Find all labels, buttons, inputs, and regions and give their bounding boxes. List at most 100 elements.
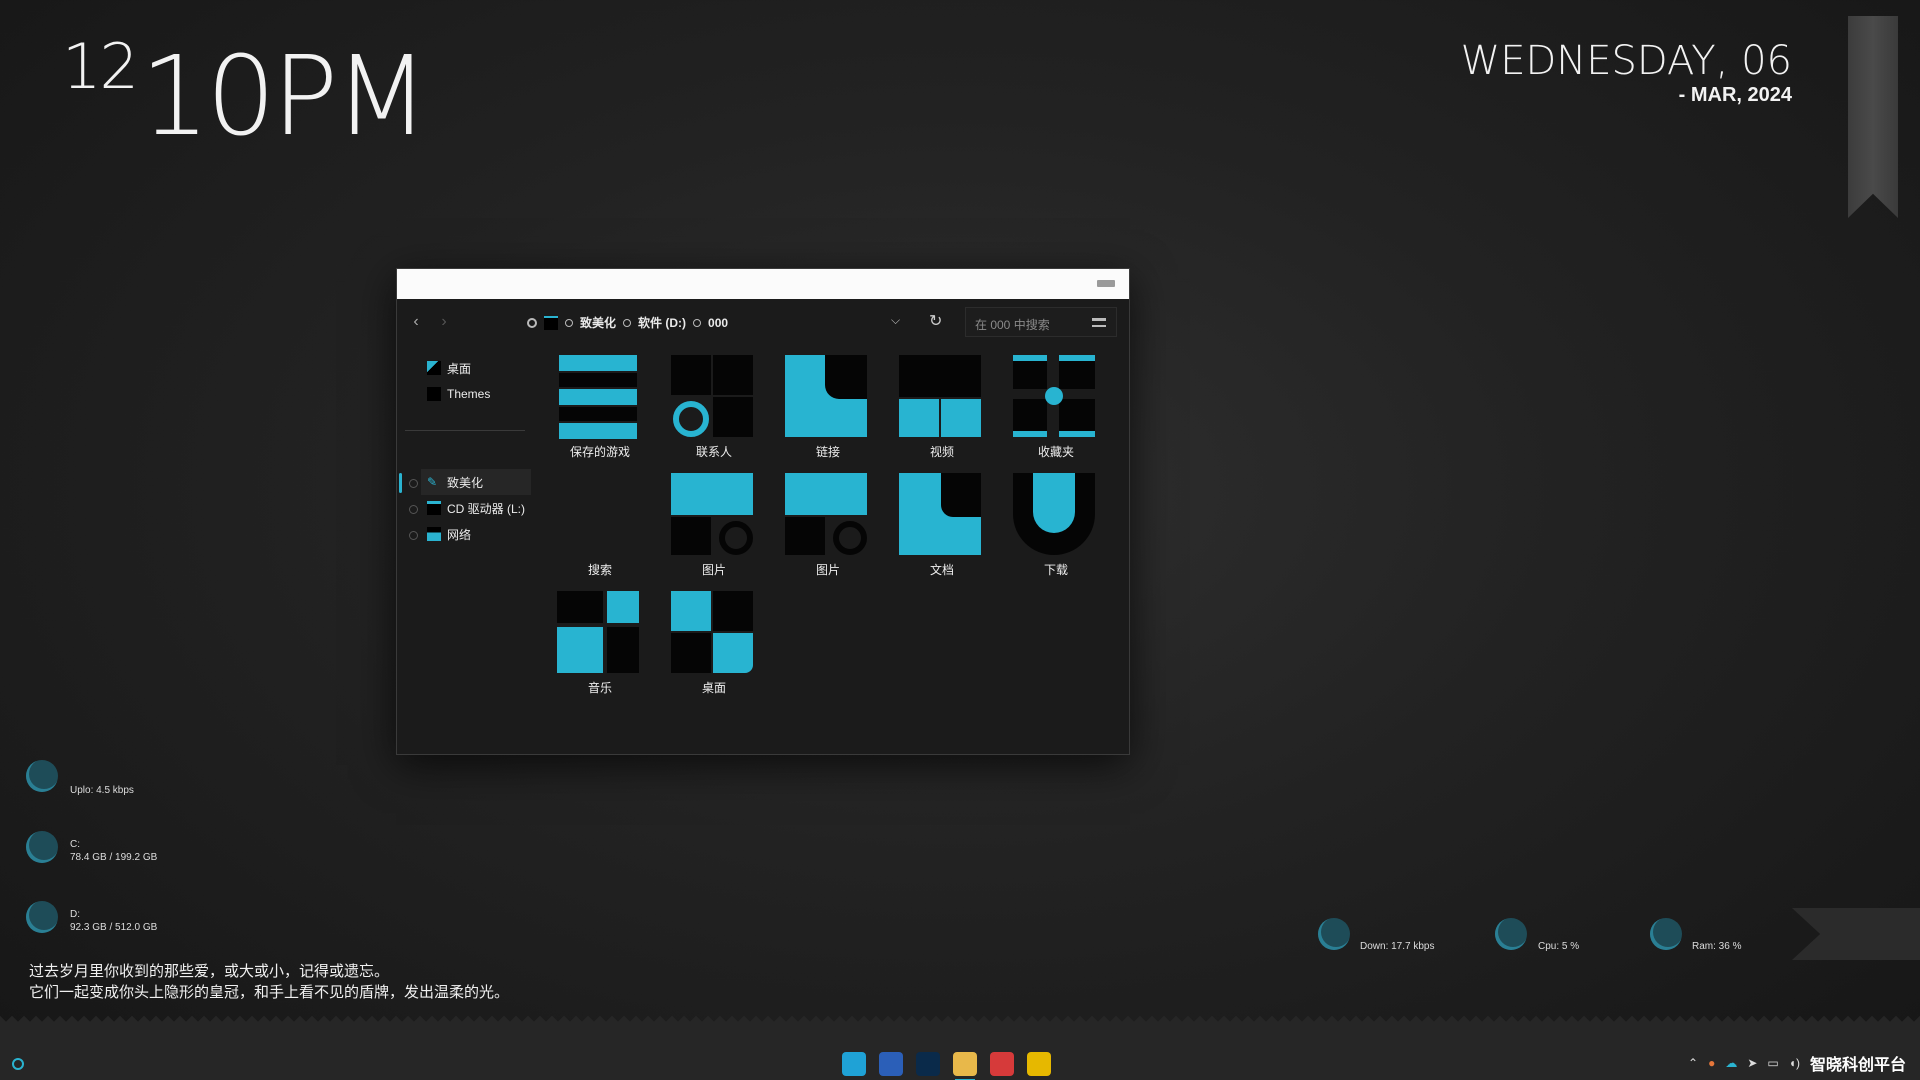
c-drive-gauge [26, 831, 58, 863]
refresh-icon[interactable]: ↻ [929, 311, 942, 331]
expand-icon[interactable] [409, 531, 418, 540]
folder-icon [544, 315, 558, 330]
videos-folder-icon [899, 355, 985, 441]
qq-icon[interactable]: ● [1708, 1056, 1715, 1070]
folder-videos[interactable]: 视频 [893, 349, 991, 465]
desktop-date: WEDNESDAY, 06 - MAR, 2024 [1461, 38, 1792, 107]
desktop-quote: 过去岁月里你收到的那些爱，或大或小，记得或遗忘。 它们一起变成你头上隐形的皇冠，… [29, 961, 509, 1003]
navigation-pane: 桌面 Themes ✎ 致美化 CD 驱动器 (L:) 网络 [397, 345, 532, 745]
breadcrumb[interactable]: 致美化 软件 (D:) 000 [527, 314, 728, 331]
ram-usage: Ram: 36 % [1692, 941, 1742, 952]
start-button[interactable] [12, 1058, 24, 1070]
separator-icon [693, 318, 702, 327]
edge-icon[interactable] [842, 1052, 866, 1076]
folder-label: 文档 [929, 563, 954, 577]
folder-icon [427, 387, 441, 401]
word-icon[interactable] [879, 1052, 903, 1076]
send-icon[interactable]: ➤ [1747, 1056, 1757, 1070]
folder-label: 音乐 [587, 681, 612, 695]
download-speed: Down: 17.7 kbps [1360, 941, 1435, 952]
minimize-button[interactable] [1097, 280, 1115, 287]
clock-minute: 10PM [140, 32, 429, 160]
sidebar-item-label: CD 驱动器 (L:) [447, 501, 526, 516]
search-folder-icon [557, 473, 643, 559]
window-titlebar[interactable] [397, 269, 1129, 299]
d-drive-gauge [26, 901, 58, 933]
folder-saved-games[interactable]: 保存的游戏 [551, 349, 649, 465]
downloads-folder-icon [1013, 473, 1099, 559]
date-weekday: WEDNESDAY, 06 [1460, 38, 1792, 84]
folder-contacts[interactable]: 联系人 [665, 349, 763, 465]
chevron-down-icon[interactable]: ⌵ [891, 313, 900, 328]
folder-pictures[interactable]: 图片 [665, 467, 763, 583]
cd-drive-icon [427, 501, 441, 515]
d-drive-usage: 92.3 GB / 512.0 GB [70, 922, 158, 933]
download-gauge [1318, 918, 1350, 950]
desktop-folder-icon [671, 591, 757, 677]
netease-music-icon[interactable] [990, 1052, 1014, 1076]
c-drive-info: C: 78.4 GB / 199.2 GB [70, 838, 157, 864]
sidebar-item-label: 致美化 [447, 475, 484, 490]
chrome-icon[interactable] [1027, 1052, 1051, 1076]
search-icon[interactable] [1092, 318, 1106, 327]
watermark-text: 智晓科创平台 [1809, 1057, 1906, 1074]
expand-icon[interactable] [409, 479, 418, 488]
folder-documents[interactable]: 文档 [893, 467, 991, 583]
brush-icon: ✎ [427, 475, 438, 489]
divider [405, 430, 525, 431]
explorer-navbar: ‹ › 致美化 软件 (D:) 000 ⌵ ↻ 在 000 中搜索 [397, 299, 1129, 345]
cloud-sync-icon[interactable]: ☁ [1725, 1056, 1737, 1070]
breadcrumb-item[interactable]: 致美化 [580, 314, 616, 331]
saved-games-folder-icon [557, 355, 643, 441]
folder-search[interactable]: 搜索 [551, 467, 649, 583]
forward-button[interactable]: › [435, 313, 453, 331]
separator-icon [565, 318, 573, 327]
display-icon[interactable]: ▭ [1767, 1056, 1778, 1070]
sidebar-item-label: 网络 [447, 527, 472, 542]
bookmark-ribbon-decoration [1848, 16, 1898, 218]
folder-desktop[interactable]: 桌面 [665, 585, 763, 701]
folder-label: 链接 [815, 445, 840, 459]
sidebar-item-themes[interactable]: Themes [427, 381, 525, 407]
system-tray: ⌃ ● ☁ ➤ ▭ ◖) 智晓科创平台 [1688, 1051, 1906, 1075]
expand-icon[interactable] [409, 505, 418, 514]
clock-hour: 12 [62, 30, 139, 103]
sidebar-item-zhimeihua[interactable]: ✎ 致美化 [421, 469, 531, 495]
folder-label: 图片 [815, 563, 840, 577]
photoshop-icon[interactable] [916, 1052, 940, 1076]
folder-favorites[interactable]: 收藏夹 [1007, 349, 1105, 465]
links-folder-icon [785, 355, 871, 441]
d-drive-info: D: 92.3 GB / 512.0 GB [70, 908, 157, 934]
folder-downloads[interactable]: 下载 [1007, 467, 1105, 583]
volume-icon[interactable]: ◖) [1789, 1056, 1800, 1070]
folder-label: 下载 [1043, 563, 1068, 577]
quote-line: 它们一起变成你头上隐形的皇冠，和手上看不见的盾牌，发出温柔的光。 [29, 984, 510, 1001]
breadcrumb-root-icon [527, 317, 537, 328]
contacts-folder-icon [671, 355, 757, 441]
quote-line: 过去岁月里你收到的那些爱，或大或小，记得或遗忘。 [29, 963, 390, 980]
separator-icon [623, 318, 632, 327]
folder-music[interactable]: 音乐 [551, 585, 649, 701]
date-month-year: - MAR, 2024 [1678, 84, 1792, 106]
file-explorer-window[interactable]: ‹ › 致美化 软件 (D:) 000 ⌵ ↻ 在 000 中搜索 桌面 The… [396, 268, 1130, 755]
sidebar-item-cd-drive[interactable]: CD 驱动器 (L:) [427, 495, 525, 521]
sidebar-item-desktop[interactable]: 桌面 [427, 355, 525, 381]
chevron-up-icon[interactable]: ⌃ [1688, 1056, 1698, 1070]
file-explorer-icon[interactable] [953, 1052, 977, 1080]
documents-folder-icon [899, 473, 985, 559]
folder-label: 搜索 [587, 563, 612, 577]
favorites-folder-icon [1013, 355, 1099, 441]
folder-label: 保存的游戏 [569, 445, 630, 459]
breadcrumb-item[interactable]: 000 [708, 316, 728, 330]
upload-speed: Uplo: 4.5 kbps [70, 785, 134, 796]
folder-label: 图片 [701, 563, 726, 577]
back-button[interactable]: ‹ [407, 313, 425, 331]
breadcrumb-item[interactable]: 软件 (D:) [638, 314, 686, 331]
search-input[interactable]: 在 000 中搜索 [965, 307, 1117, 337]
folder-links[interactable]: 链接 [779, 349, 877, 465]
folder-pictures-2[interactable]: 图片 [779, 467, 877, 583]
search-placeholder: 在 000 中搜索 [975, 318, 1050, 332]
sidebar-item-network[interactable]: 网络 [427, 521, 525, 547]
c-drive-label: C: [70, 839, 80, 850]
music-folder-icon [557, 591, 643, 677]
